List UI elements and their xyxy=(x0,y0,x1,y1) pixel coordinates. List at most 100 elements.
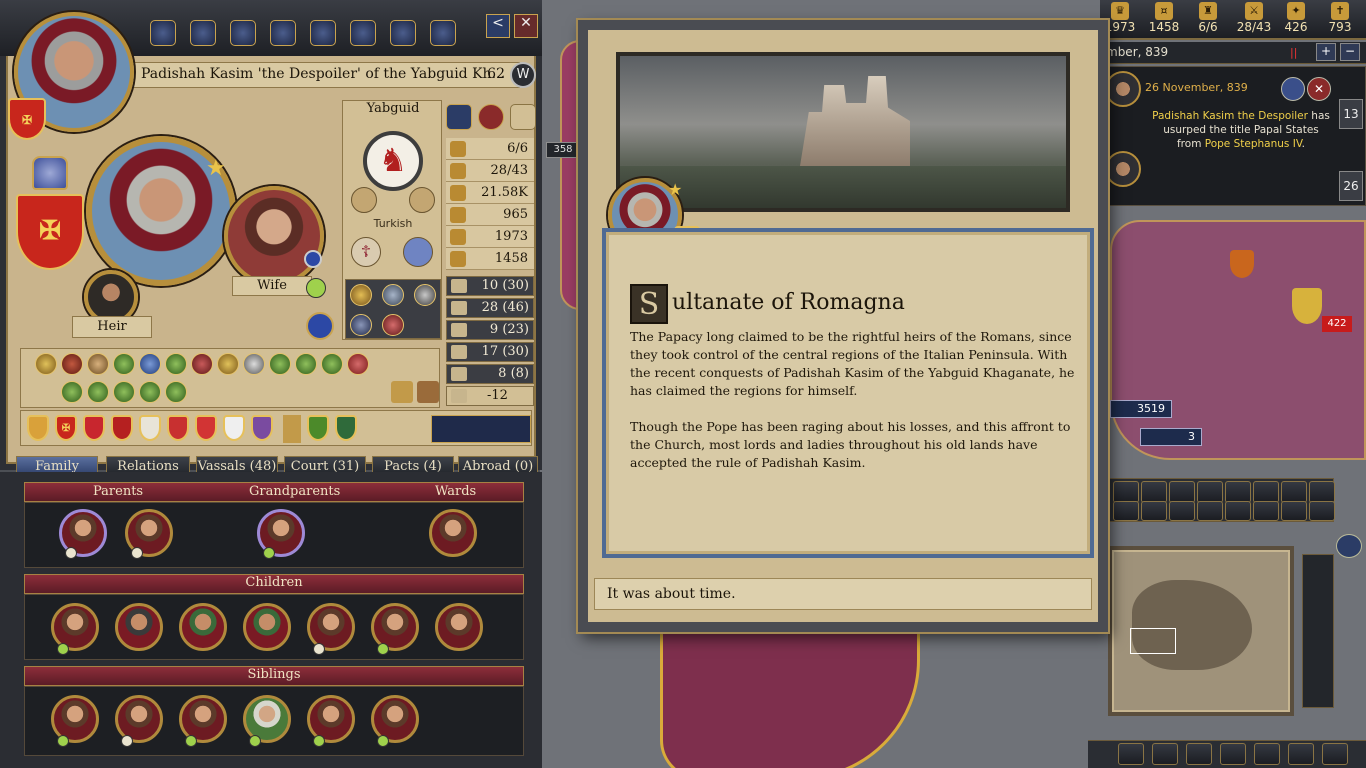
trait-icon[interactable] xyxy=(350,314,372,336)
notification-count-top[interactable]: 13 xyxy=(1339,99,1363,129)
char-focus-icon[interactable] xyxy=(150,20,176,46)
plot-icon[interactable] xyxy=(478,104,504,130)
char-hammer-icon[interactable] xyxy=(190,20,216,46)
notification-portrait[interactable] xyxy=(1105,71,1141,107)
focus-icon[interactable] xyxy=(510,104,536,130)
child-portrait[interactable] xyxy=(179,603,227,651)
chevron-right-icon[interactable] xyxy=(304,250,322,268)
modifier-icon[interactable] xyxy=(417,381,439,403)
attr-health[interactable]: -12 xyxy=(446,386,534,406)
trait-icon[interactable] xyxy=(87,381,109,403)
primary-title-shield[interactable]: ✠ xyxy=(16,194,84,270)
speed-up-button[interactable]: + xyxy=(1316,43,1336,61)
attr-diplomacy[interactable]: 10 (30) xyxy=(446,276,534,296)
map-coat-of-arms[interactable] xyxy=(1230,250,1254,278)
trait-icon[interactable] xyxy=(139,381,161,403)
trait-icon[interactable] xyxy=(243,353,265,375)
scroll-up-button[interactable] xyxy=(1336,534,1362,558)
char-gear-icon[interactable] xyxy=(230,20,256,46)
trade-button[interactable] xyxy=(1254,743,1280,765)
title-shield[interactable] xyxy=(223,415,245,441)
close-icon[interactable]: ✕ xyxy=(514,14,538,38)
title-shield[interactable] xyxy=(307,415,329,441)
mapmode-button[interactable] xyxy=(1281,501,1307,521)
trait-icon[interactable] xyxy=(165,353,187,375)
stat-demesne[interactable]: ♜ 6/6 xyxy=(1192,2,1224,34)
mapmode-button[interactable] xyxy=(1113,481,1139,503)
dynasty-horse-icon[interactable]: ♞ xyxy=(363,131,423,191)
title-shield[interactable]: ✠ xyxy=(55,415,77,441)
character-name[interactable]: Padishah Kasim 'the Despoiler' of the Ya… xyxy=(141,66,505,82)
title-shield[interactable] xyxy=(111,415,133,441)
mapmode-button[interactable] xyxy=(1141,501,1167,521)
ledger-button[interactable] xyxy=(1118,743,1144,765)
chart-button[interactable] xyxy=(1186,743,1212,765)
trait-icon[interactable] xyxy=(35,353,57,375)
child-portrait[interactable] xyxy=(435,603,483,651)
mapmode-button[interactable] xyxy=(1169,501,1195,521)
trait-icon[interactable] xyxy=(269,353,291,375)
trait-icon[interactable] xyxy=(191,353,213,375)
stat-levy[interactable]: ⚔ 28/43 xyxy=(1234,2,1274,34)
religion-icon[interactable] xyxy=(351,187,377,213)
child-portrait[interactable] xyxy=(115,603,163,651)
chalice-icon[interactable] xyxy=(350,284,372,306)
trait-icon[interactable] xyxy=(113,353,135,375)
trait-icon[interactable] xyxy=(165,381,187,403)
minimap[interactable] xyxy=(1108,546,1294,716)
trait-icon[interactable] xyxy=(139,353,161,375)
current-date[interactable]: mber, 839 xyxy=(1106,45,1168,59)
ward-portrait[interactable] xyxy=(429,509,477,557)
flag-icon[interactable] xyxy=(1281,77,1305,101)
notification-target[interactable]: Pope Stephanus IV xyxy=(1205,138,1302,150)
culture-name[interactable]: Turkish xyxy=(343,217,443,230)
attr-stewardship[interactable]: 9 (23) xyxy=(446,320,534,340)
char-sword-icon[interactable] xyxy=(270,20,296,46)
marriage-icon[interactable] xyxy=(306,312,334,340)
title-shield[interactable] xyxy=(195,415,217,441)
home-button[interactable] xyxy=(1220,743,1246,765)
mapmode-button[interactable] xyxy=(1253,481,1279,503)
trait-icon[interactable] xyxy=(321,353,343,375)
coat-of-arms[interactable]: ✠ xyxy=(8,98,46,140)
char-castle-icon[interactable] xyxy=(310,20,336,46)
hourglass-icon[interactable] xyxy=(391,381,413,403)
trait-icon[interactable] xyxy=(414,284,436,306)
trait-icon[interactable] xyxy=(382,314,404,336)
stat-piety-row[interactable]: 1458 xyxy=(446,248,534,270)
mapmode-button[interactable] xyxy=(1309,481,1335,503)
stat-vassals-row[interactable]: 28/43 xyxy=(446,160,534,182)
law-icon[interactable] xyxy=(409,187,435,213)
notification-count-bottom[interactable]: 26 xyxy=(1339,171,1363,201)
trait-icon[interactable] xyxy=(61,381,83,403)
speed-down-button[interactable]: − xyxy=(1340,43,1360,61)
stat-demesne-row[interactable]: 6/6 xyxy=(446,138,534,160)
mapmode-button[interactable] xyxy=(1225,501,1251,521)
title-shield[interactable] xyxy=(251,415,273,441)
trait-icon[interactable] xyxy=(295,353,317,375)
cross-icon[interactable]: ☦ xyxy=(351,237,381,267)
army-banner-1[interactable]: 3519 xyxy=(1110,400,1172,418)
char-people-icon[interactable] xyxy=(430,20,456,46)
back-icon[interactable]: < xyxy=(486,14,510,38)
stat-gold-row[interactable]: 965 xyxy=(446,204,534,226)
attr-martial[interactable]: 28 (46) xyxy=(446,298,534,318)
mapmode-button[interactable] xyxy=(1281,481,1307,503)
mapmode-button[interactable] xyxy=(1253,501,1279,521)
close-icon[interactable]: ✕ xyxy=(1307,77,1331,101)
title-shield[interactable] xyxy=(335,415,357,441)
trait-icon[interactable] xyxy=(217,353,239,375)
char-cross-icon[interactable] xyxy=(390,20,416,46)
pause-icon[interactable]: || xyxy=(1290,46,1300,59)
event-option-button[interactable]: It was about time. xyxy=(594,578,1092,610)
wife-portrait[interactable] xyxy=(224,186,324,286)
mapmode-button[interactable] xyxy=(1113,501,1139,521)
mountain-icon[interactable] xyxy=(403,237,433,267)
mapmode-button[interactable] xyxy=(1141,481,1167,503)
trait-icon[interactable] xyxy=(113,381,135,403)
army-banner-2[interactable]: 3 xyxy=(1140,428,1202,446)
attr-intrigue[interactable]: 17 (30) xyxy=(446,342,534,362)
title-shield[interactable] xyxy=(167,415,189,441)
mapmode-button[interactable] xyxy=(1309,501,1335,521)
stat-levy-row[interactable]: 21.58K xyxy=(446,182,534,204)
